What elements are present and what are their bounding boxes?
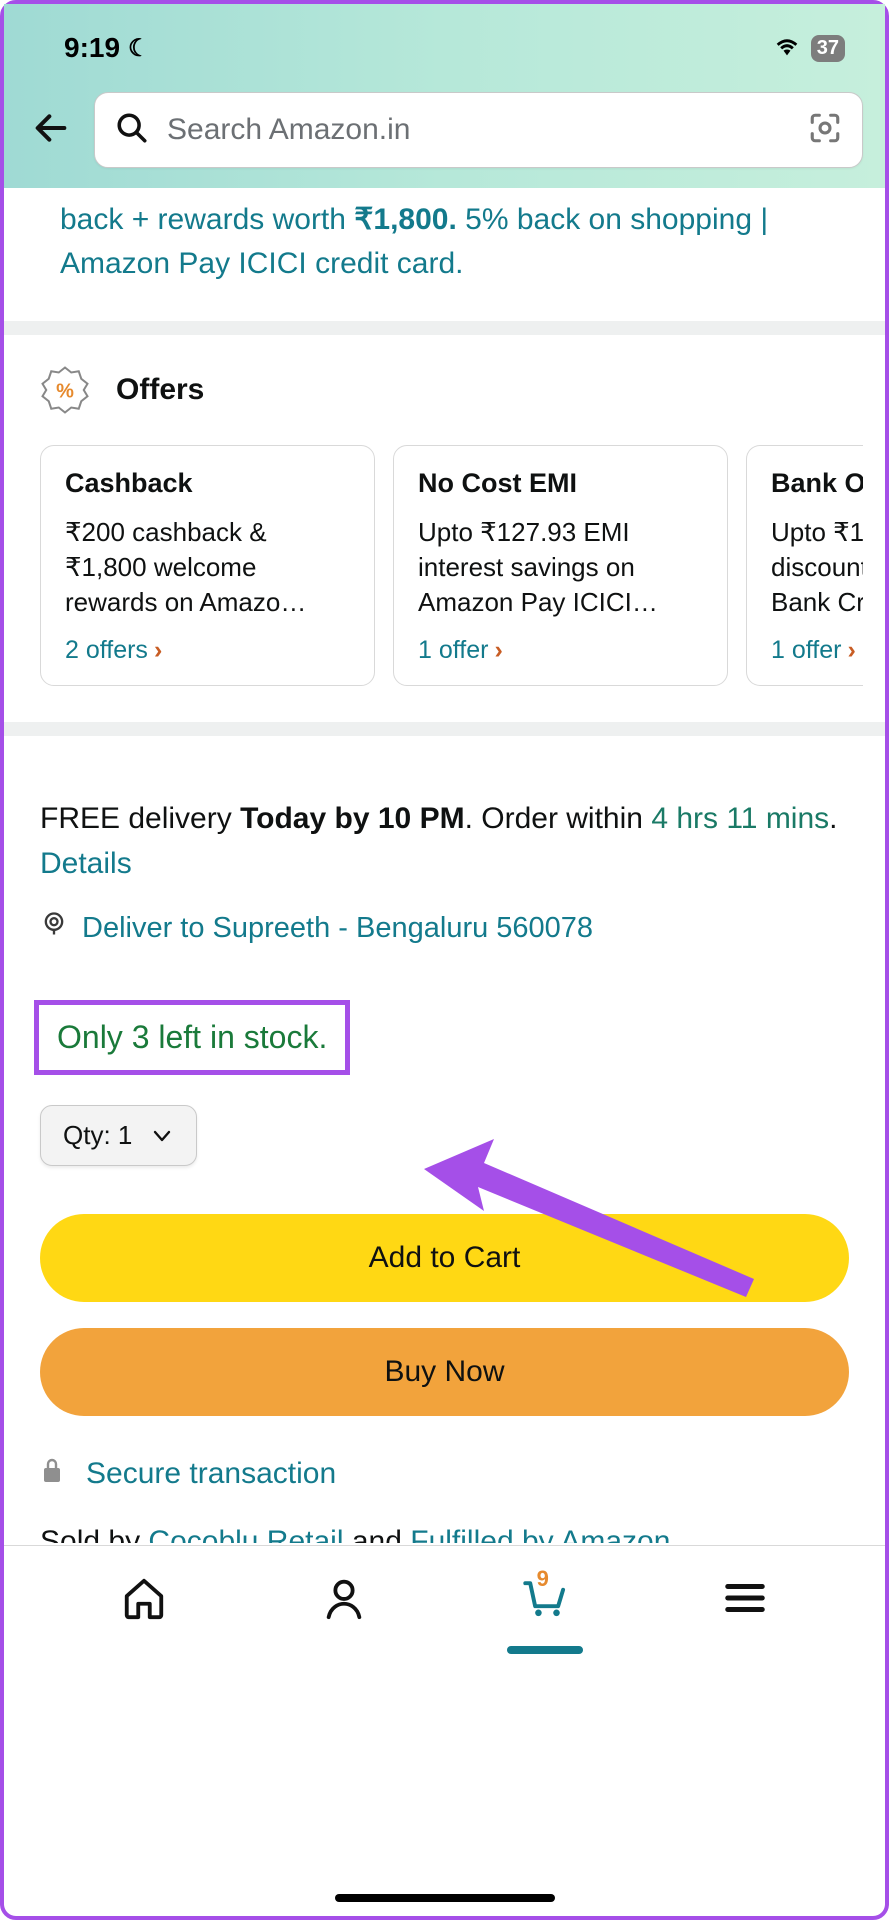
delivery-details-link[interactable]: Details <box>40 847 132 880</box>
add-to-cart-button[interactable]: Add to Cart <box>40 1214 849 1302</box>
promo-banner-link[interactable]: back + rewards worth ₹1,800. 5% back on … <box>4 188 885 321</box>
fulfilled-link[interactable]: Fulfilled by Amazon <box>410 1525 670 1543</box>
status-bar: 9:19 ☾ 37 <box>4 14 885 84</box>
offers-badge-icon: % <box>40 365 90 415</box>
back-button[interactable] <box>26 108 76 153</box>
user-icon <box>321 1575 367 1621</box>
section-divider <box>4 321 885 335</box>
sold-by-text: Sold by Cocoblu Retail and Fulfilled by … <box>4 1501 885 1543</box>
offer-card-cashback[interactable]: Cashback ₹200 cashback & ₹1,800 welcome … <box>40 445 375 686</box>
delivery-section: FREE delivery Today by 10 PM. Order with… <box>4 736 885 956</box>
secure-transaction-link[interactable]: Secure transaction <box>4 1416 885 1501</box>
home-icon <box>121 1575 167 1621</box>
quantity-selector[interactable]: Qty: 1 <box>40 1105 197 1166</box>
tab-home[interactable] <box>114 1572 174 1624</box>
section-divider <box>4 722 885 736</box>
search-icon <box>115 111 149 150</box>
status-time: 9:19 <box>64 32 120 64</box>
home-indicator <box>335 1894 555 1902</box>
search-box[interactable] <box>94 92 863 168</box>
search-input[interactable] <box>167 113 790 147</box>
tab-account[interactable] <box>314 1572 374 1624</box>
camera-lens-icon[interactable] <box>808 111 842 150</box>
lock-icon <box>40 1456 64 1491</box>
chevron-down-icon <box>150 1124 174 1148</box>
active-tab-indicator <box>507 1646 583 1654</box>
delivery-text: FREE delivery Today by 10 PM. Order with… <box>40 796 849 886</box>
offer-card-bank[interactable]: Bank Offer Upto ₹15 discount on Bank Cre… <box>746 445 863 686</box>
seller-link[interactable]: Cocoblu Retail <box>148 1525 343 1543</box>
buy-now-button[interactable]: Buy Now <box>40 1328 849 1416</box>
offers-carousel[interactable]: Cashback ₹200 cashback & ₹1,800 welcome … <box>40 445 863 686</box>
tab-cart[interactable]: 9 <box>515 1572 575 1624</box>
header-area: 9:19 ☾ 37 <box>4 4 885 188</box>
offers-title: Offers <box>116 373 204 407</box>
cart-count-badge: 9 <box>537 1566 549 1592</box>
battery-icon: 37 <box>811 35 845 62</box>
wifi-icon <box>773 32 801 64</box>
dnd-moon-icon: ☾ <box>128 34 150 63</box>
offer-card-emi[interactable]: No Cost EMI Upto ₹127.93 EMI interest sa… <box>393 445 728 686</box>
tab-menu[interactable] <box>715 1572 775 1624</box>
bottom-tab-bar: 9 <box>4 1546 885 1638</box>
stock-status: Only 3 left in stock. <box>34 1000 350 1075</box>
location-pin-icon <box>40 910 68 946</box>
hamburger-icon <box>722 1575 768 1621</box>
svg-text:%: % <box>56 381 74 403</box>
offers-section: % Offers Cashback ₹200 cashback & ₹1,800… <box>4 335 885 722</box>
deliver-to-row[interactable]: Deliver to Supreeth - Bengaluru 560078 <box>40 910 849 946</box>
